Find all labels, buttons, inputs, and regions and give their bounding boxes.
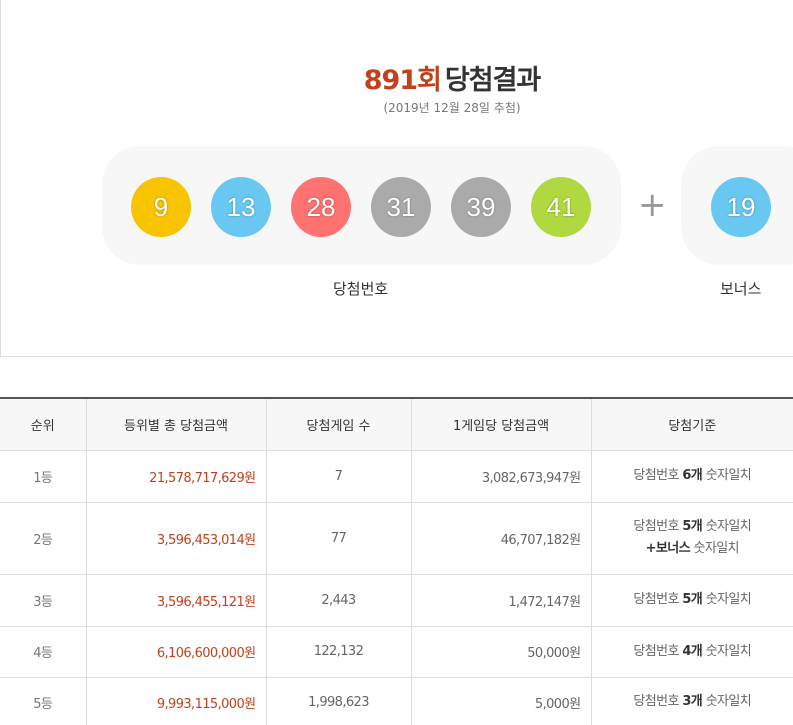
table-row: 5등 9,993,115,000원 1,998,623 5,000원 당첨번호 … [0, 677, 793, 725]
criteria-cell: 당첨번호 6개 숫자일치 [590, 450, 793, 503]
winning-ball: 41 [531, 177, 591, 237]
criteria-cell: 당첨번호 4개 숫자일치 [590, 626, 793, 678]
criteria-text: 숫자일치 [702, 592, 752, 607]
header-criteria: 당첨기준 [590, 397, 793, 451]
criteria-text: 당첨번호 [633, 592, 683, 607]
draw-date: (2019년 12월 28일 추첨) [383, 101, 521, 115]
winning-ball: 9 [131, 177, 191, 237]
criteria-text: 숫자일치 [689, 541, 739, 556]
criteria-text: 당첨번호 [633, 519, 683, 534]
bonus-number-panel: 19 [681, 146, 793, 265]
header-prize-per-game: 1게임당 당첨금액 [410, 397, 591, 451]
prize-per-game-cell: 46,707,182원 [410, 502, 591, 575]
winner-count-cell: 122,132 [265, 626, 411, 678]
draw-round: 891회 [363, 65, 442, 96]
prize-per-game-cell: 5,000원 [410, 677, 591, 725]
table-row: 3등 3,596,455,121원 2,443 1,472,147원 당첨번호 … [0, 574, 793, 627]
criteria-text: 당첨번호 [633, 643, 683, 659]
table-row: 4등 6,106,600,000원 122,132 50,000원 당첨번호 4… [0, 626, 793, 678]
header-total-prize: 등위별 총 당첨금액 [85, 397, 266, 451]
prize-per-game-cell: 50,000원 [410, 626, 591, 678]
criteria-cell: 당첨번호 5개 숫자일치 [590, 574, 793, 627]
prize-per-game-cell: 3,082,673,947원 [410, 450, 591, 503]
table-header-row: 순위 등위별 총 당첨금액 당첨게임 수 1게임당 당첨금액 당첨기준 [0, 397, 793, 451]
criteria-text: 숫자일치 [702, 643, 752, 659]
table-row: 2등 3,596,453,014원 77 46,707,182원 당첨번호 5개… [0, 502, 793, 575]
rank-cell: 4등 [0, 626, 86, 678]
header-winner-count: 당첨게임 수 [265, 397, 411, 451]
winner-count-cell: 7 [265, 450, 411, 503]
winning-ball: 31 [371, 177, 431, 237]
total-prize-cell: 9,993,115,000원 [85, 677, 266, 725]
total-prize-cell: 6,106,600,000원 [85, 626, 266, 678]
winner-count-cell: 2,443 [265, 574, 411, 627]
criteria-text: 숫자일치 [702, 468, 752, 483]
table-row: 1등 21,578,717,629원 7 3,082,673,947원 당첨번호… [0, 450, 793, 503]
winner-count-cell: 1,998,623 [265, 677, 411, 725]
criteria-count: 6개 [682, 468, 703, 483]
rank-cell: 3등 [0, 574, 86, 627]
criteria-count: 4개 [682, 643, 703, 659]
criteria-cell: 당첨번호 3개 숫자일치 [590, 677, 793, 725]
total-prize-cell: 3,596,455,121원 [85, 574, 266, 627]
bonus-ball: 19 [711, 177, 771, 237]
prize-per-game-cell: 1,472,147원 [410, 574, 591, 627]
winning-ball: 13 [211, 177, 271, 237]
header-rank: 순위 [0, 397, 86, 451]
winning-ball: 39 [451, 177, 511, 237]
rank-cell: 2등 [0, 502, 86, 575]
total-prize-cell: 3,596,453,014원 [85, 502, 266, 575]
criteria-bonus: +보너스 [645, 541, 691, 556]
prize-table: 순위 등위별 총 당첨금액 당첨게임 수 1게임당 당첨금액 당첨기준 1등 2… [0, 397, 793, 725]
criteria-text: 숫자일치 [702, 519, 752, 534]
total-prize-cell: 21,578,717,629원 [85, 450, 266, 503]
criteria-text: 당첨번호 [633, 468, 683, 483]
winning-ball: 28 [291, 177, 351, 237]
criteria-count: 3개 [682, 694, 703, 709]
rank-cell: 1등 [0, 450, 86, 503]
winner-count-cell: 77 [265, 502, 411, 575]
criteria-count: 5개 [682, 592, 703, 607]
criteria-text: 당첨번호 [633, 694, 683, 709]
draw-title-suffix: 당첨결과 [444, 65, 541, 96]
winning-numbers-panel: 9 13 28 31 39 41 [102, 146, 621, 265]
criteria-text: 숫자일치 [702, 694, 752, 709]
page-title: 891회 당첨결과 [56, 58, 793, 97]
draw-result-box: 891회 당첨결과 (2019년 12월 28일 추첨) 9 13 28 31 3… [0, 0, 793, 357]
criteria-cell: 당첨번호 5개 숫자일치 +보너스 숫자일치 [590, 502, 793, 575]
criteria-count: 5개 [682, 519, 703, 534]
bonus-caption: 보너스 [720, 280, 762, 298]
rank-cell: 5등 [0, 677, 86, 725]
winning-numbers-caption: 당첨번호 [333, 280, 389, 298]
plus-icon: + [638, 185, 667, 225]
